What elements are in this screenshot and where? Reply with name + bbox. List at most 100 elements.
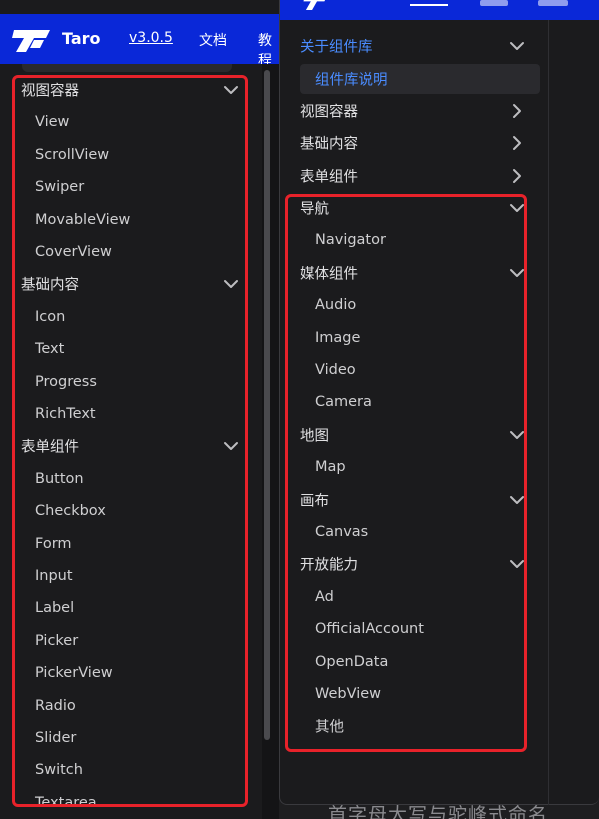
sidebar-item-label: 基础内容	[21, 277, 79, 294]
chevron-right-icon	[513, 168, 521, 183]
sidebar-item[interactable]: 组件库说明	[300, 64, 540, 95]
sidebar-item-label: ScrollView	[35, 146, 110, 163]
sidebar-item-label: WebView	[315, 686, 382, 702]
sidebar-top-tab	[22, 64, 232, 72]
sidebar-item-label: 关于组件库	[300, 39, 373, 56]
sidebar-item[interactable]: 其他	[280, 711, 542, 741]
sidebar-item-label: Label	[35, 600, 75, 617]
sidebar-item-movableview[interactable]: MovableView	[0, 205, 250, 235]
sidebar-item-opendata[interactable]: OpenData	[280, 647, 542, 677]
header-link-fragment	[538, 0, 568, 6]
sidebar-item-input[interactable]: Input	[0, 561, 250, 591]
sidebar-item-view[interactable]: View	[0, 107, 250, 137]
sidebar-group[interactable]: 视图容器	[0, 75, 250, 105]
brand-name[interactable]: Taro	[62, 29, 101, 48]
sidebar-item-label: Ad	[315, 588, 334, 605]
sidebar-item-label: Video	[315, 362, 356, 378]
sidebar-item-label: View	[35, 114, 70, 131]
sidebar-group[interactable]: 画布	[280, 485, 542, 515]
sidebar-item-form[interactable]: Form	[0, 529, 250, 559]
sidebar-item-label: Swiper	[35, 179, 85, 196]
sidebar-group[interactable]: 关于组件库	[280, 31, 542, 61]
sidebar-item-label: 组件库说明	[315, 72, 388, 89]
chevron-down-icon	[224, 442, 238, 451]
sidebar-item-label[interactable]: Label	[0, 593, 250, 623]
sidebar-item-video[interactable]: Video	[280, 355, 542, 385]
sidebar-item-label: 导航	[300, 201, 329, 218]
sidebar-item-label: OfficialAccount	[315, 621, 424, 638]
sidebar-item-label: Audio	[315, 297, 357, 314]
chevron-down-icon	[510, 268, 524, 277]
sidebar-item-label: Textarea	[35, 794, 97, 811]
sidebar-item-label: Canvas	[315, 524, 369, 540]
header-link-fragment	[480, 0, 508, 6]
chevron-right-icon	[513, 136, 521, 151]
sidebar-item-canvas[interactable]: Canvas	[280, 517, 542, 547]
right-header-bar	[280, 0, 599, 20]
sidebar-item-text[interactable]: Text	[0, 334, 250, 364]
sidebar-group[interactable]: 地图	[280, 420, 542, 450]
sidebar-item-label: Form	[35, 535, 72, 552]
sidebar-item-picker[interactable]: Picker	[0, 626, 250, 656]
sidebar-group[interactable]: 视图容器	[280, 96, 542, 126]
sidebar-item-label: Map	[315, 459, 346, 476]
chevron-down-icon	[510, 42, 524, 50]
sidebar-item-ad[interactable]: Ad	[280, 582, 542, 612]
sidebar-item-slider[interactable]: Slider	[0, 723, 250, 753]
sidebar-item-label: Image	[315, 329, 361, 346]
sidebar-item-label: 视图容器	[300, 104, 358, 121]
right-window: 关于组件库组件库说明视图容器基础内容表单组件导航 Navigator 媒体组件 Aud…	[279, 0, 599, 805]
chevron-down-icon	[224, 280, 238, 289]
sidebar-item-audio[interactable]: Audio	[280, 290, 542, 320]
sidebar-item-label: Icon	[35, 308, 66, 325]
sidebar-item-label: CoverView	[35, 244, 112, 260]
sidebar-group[interactable]: 基础内容	[280, 128, 542, 158]
sidebar-item-label: MovableView	[35, 211, 131, 228]
sidebar-item-textarea[interactable]: Textarea	[0, 788, 250, 818]
sidebar-item-label: 画布	[300, 493, 329, 510]
sidebar-item-label: Navigator	[315, 232, 386, 249]
sidebar-item-radio[interactable]: Radio	[0, 691, 250, 721]
sidebar-item-label: OpenData	[315, 653, 389, 670]
sidebar-group[interactable]: 基础内容	[0, 269, 250, 299]
sidebar-item-coverview[interactable]: CoverView	[0, 237, 250, 267]
sidebar-item-webview[interactable]: WebView	[280, 679, 542, 709]
chevron-down-icon	[510, 204, 524, 212]
sidebar-group[interactable]: 表单组件	[280, 161, 542, 191]
sidebar-item-pickerview[interactable]: PickerView	[0, 658, 250, 688]
sidebar-item-camera[interactable]: Camera	[280, 387, 542, 417]
taro-logo-icon	[12, 30, 50, 52]
sidebar-item-swiper[interactable]: Swiper	[0, 172, 250, 202]
sidebar-group[interactable]: 导航	[280, 193, 542, 223]
sidebar-group[interactable]: 开放能力	[280, 549, 542, 579]
sidebar-item-label: 开放能力	[300, 557, 358, 574]
sidebar-item-navigator[interactable]: Navigator	[280, 225, 542, 255]
docs-link[interactable]: 文档	[199, 30, 227, 50]
sidebar-item-label: 表单组件	[300, 169, 358, 186]
version-link[interactable]: v3.0.5	[129, 30, 173, 46]
sidebar-item-scrollview[interactable]: ScrollView	[0, 140, 250, 170]
sidebar-item-label: Slider	[35, 730, 77, 746]
sidebar-item-label: 基础内容	[300, 136, 358, 153]
sidebar-item-progress[interactable]: Progress	[0, 367, 250, 397]
sidebar-item-richtext[interactable]: RichText	[0, 399, 250, 429]
sidebar-group[interactable]: 媒体组件	[280, 258, 542, 288]
chevron-down-icon	[510, 560, 524, 569]
sidebar-item-label: PickerView	[35, 665, 113, 682]
left-scrollbar-thumb[interactable]	[264, 70, 270, 740]
sidebar-item-label: Checkbox	[35, 503, 106, 520]
sidebar-item-label: 其他	[315, 719, 344, 736]
sidebar-item-label: Radio	[35, 697, 76, 714]
sidebar-item-checkbox[interactable]: Checkbox	[0, 496, 250, 526]
chevron-right-icon	[513, 103, 521, 118]
sidebar-item-switch[interactable]: Switch	[0, 755, 250, 785]
sidebar-item-officialaccount[interactable]: OfficialAccount	[280, 614, 542, 644]
sidebar-item-button[interactable]: Button	[0, 464, 250, 494]
sidebar-item-label: RichText	[35, 406, 96, 422]
background-page-text: 首字母大写与驼峰式命名	[328, 804, 549, 819]
sidebar-group[interactable]: 表单组件	[0, 431, 250, 461]
chevron-down-icon	[510, 430, 524, 439]
sidebar-item-map[interactable]: Map	[280, 452, 542, 482]
sidebar-item-icon[interactable]: Icon	[0, 302, 250, 332]
sidebar-item-image[interactable]: Image	[280, 323, 542, 353]
